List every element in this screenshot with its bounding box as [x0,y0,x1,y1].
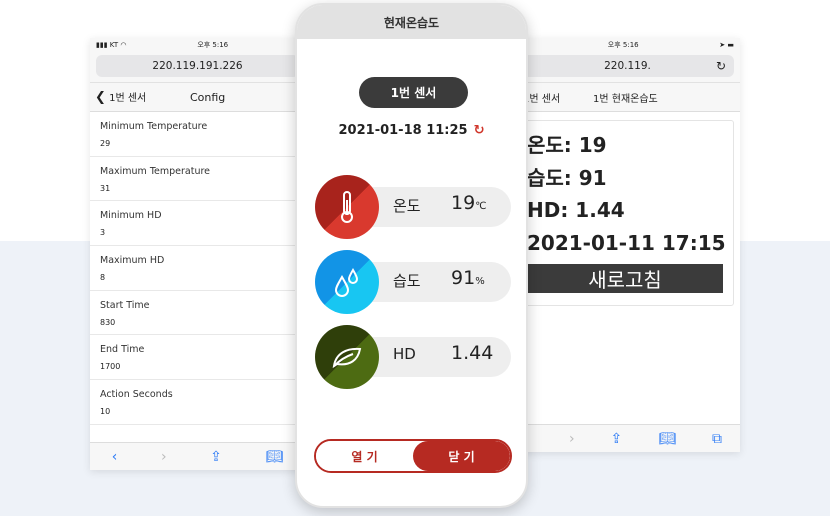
reading-row: HD 1.44 [315,325,511,389]
readings-card: 온도: 19 습도: 91 HD: 1.44 2021-01-11 17:15 … [521,120,734,306]
datetime-line: 2021-01-11 17:15 [527,230,726,255]
status-bar: ◠오후 5:16➤ ▬ [515,38,740,52]
tab-sensor[interactable]: 1번 센서 [523,90,560,105]
page-title: Config [190,90,226,104]
reading-label: 습도 [393,272,421,290]
nav-bar: 1번 센서 1번 현재온습도 [515,82,740,112]
open-button[interactable]: 열 기 [316,441,413,471]
config-item[interactable]: End Time 1700 [90,335,305,381]
carrier: ▮▮▮ KT ◠ [96,41,127,49]
thermometer-icon [315,175,379,239]
config-label: Maximum Temperature [100,165,211,177]
config-label: Action Seconds [100,389,173,401]
back-icon[interactable]: ‹ [112,449,118,465]
forward-icon[interactable]: › [161,449,167,465]
water-drops-icon [315,250,379,314]
reload-icon[interactable]: ↻ [716,59,726,73]
config-value: 830 [100,317,116,327]
config-phone-screen: ▮▮▮ KT ◠ 오후 5:16 220.119.191.226 ❮ 1번 센서 … [90,38,305,470]
config-value: 31 [100,183,111,193]
config-item[interactable]: Minimum Temperature 29 [90,112,305,157]
nav-bar: ❮ 1번 센서 Config [90,82,305,112]
url-bar[interactable]: 220.119. ↻ [521,55,734,77]
config-item[interactable]: Maximum Temperature 31 [90,157,305,202]
status-bar: ▮▮▮ KT ◠ 오후 5:16 [90,38,305,52]
browser-toolbar: ‹ › ⇪ 📖︎ [90,442,305,470]
clock: 오후 5:16 [607,41,639,49]
battery-icon: ➤ ▬ [719,41,734,49]
back-button[interactable]: ❮ 1번 센서 [95,89,146,105]
tabs-icon[interactable]: ⧉ [712,431,722,447]
config-value: 1700 [100,362,121,372]
app-phone-screen: 현재온습도 1번 센서 2021-01-18 11:25 ↻ 온도 19℃ 습도 … [295,3,528,508]
config-item[interactable]: Minimum HD 3 [90,201,305,247]
tab-current[interactable]: 1번 현재온습도 [593,90,658,105]
close-button[interactable]: 닫 기 [413,441,510,471]
bookmarks-icon[interactable]: 📖︎ [658,431,676,447]
url-bar[interactable]: 220.119.191.226 [96,55,299,77]
config-label: Minimum HD [100,210,162,222]
chevron-left-icon: ❮ [95,90,106,105]
temperature-line: 온도: 19 [527,133,607,157]
reading-label: HD [393,345,416,363]
datetime: 2021-01-18 11:25 ↻ [338,123,485,138]
clock: 오후 5:16 [197,41,229,49]
reading-row: 습도 91% [315,250,511,314]
config-list: Minimum Temperature 29 Maximum Temperature… [90,112,305,425]
share-icon[interactable]: ⇪ [611,431,623,447]
app-title: 현재온습도 [297,5,526,39]
refresh-icon[interactable]: ↻ [474,123,485,138]
config-item[interactable]: Action Seconds 10 [90,380,305,425]
share-icon[interactable]: ⇪ [210,449,222,465]
leaf-icon [315,325,379,389]
hd-line: HD: 1.44 [527,198,625,222]
config-value: 10 [100,407,111,417]
current-readings-phone-screen: ◠오후 5:16➤ ▬ 220.119.↻ 1번 센서 1번 현재온습도 온도:… [515,38,740,452]
refresh-button[interactable]: 새로고침 [527,264,723,293]
config-label: Minimum Temperature [100,121,208,132]
config-value: 8 [100,273,106,283]
open-close-toggle: 열 기 닫 기 [314,439,512,473]
config-label: Start Time [100,299,150,311]
config-value: 29 [100,139,111,148]
bookmarks-icon[interactable]: 📖︎ [265,449,283,465]
forward-icon[interactable]: › [569,431,575,447]
reading-value: 1.44 [451,342,494,364]
config-item[interactable]: Maximum HD 8 [90,246,305,291]
config-value: 3 [100,228,106,238]
reading-row: 온도 19℃ [315,175,511,239]
config-label: End Time [100,344,145,356]
humidity-line: 습도: 91 [527,165,607,190]
config-label: Maximum HD [100,255,165,267]
sensor-button[interactable]: 1번 센서 [359,77,468,108]
reading-value: 19℃ [451,192,487,214]
reading-value: 91% [451,267,485,289]
browser-toolbar: › ⇪ 📖︎ ⧉ [515,424,740,452]
reading-label: 온도 [393,197,421,215]
config-item[interactable]: Start Time 830 [90,291,305,336]
